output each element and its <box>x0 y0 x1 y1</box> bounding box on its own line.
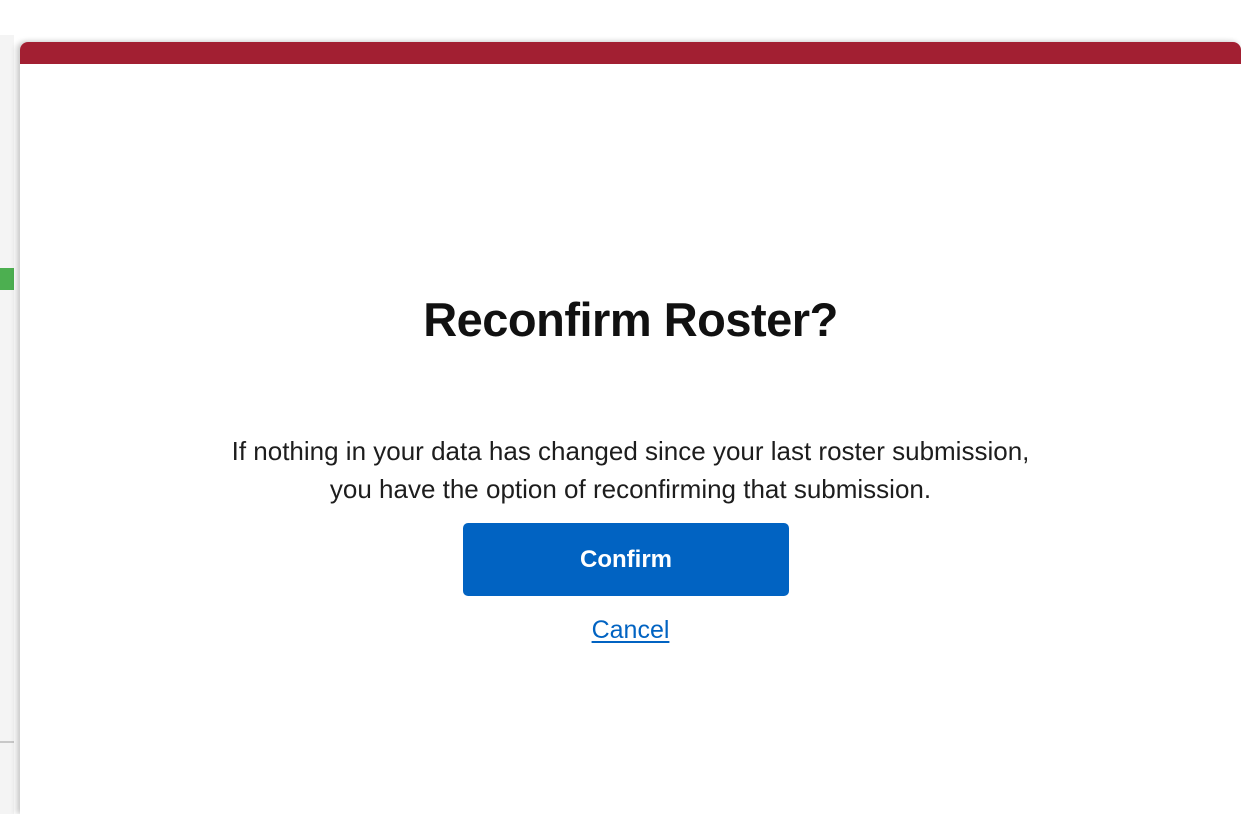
reconfirm-roster-dialog: Reconfirm Roster? If nothing in your dat… <box>20 42 1241 814</box>
dialog-message: If nothing in your data has changed sinc… <box>20 432 1241 508</box>
background-status-indicator <box>0 268 14 290</box>
cancel-link-container: Cancel <box>20 616 1241 645</box>
page: Reconfirm Roster? If nothing in your dat… <box>0 0 1241 814</box>
confirm-button[interactable]: Confirm <box>463 523 789 596</box>
dialog-message-line: If nothing in your data has changed sinc… <box>231 436 1030 466</box>
dialog-message-line: you have the option of reconfirming that… <box>329 474 932 504</box>
dialog-body: Reconfirm Roster? If nothing in your dat… <box>20 42 1241 814</box>
cancel-link[interactable]: Cancel <box>592 616 670 644</box>
dialog-title: Reconfirm Roster? <box>423 293 838 346</box>
background-page <box>0 35 14 814</box>
background-divider <box>0 741 14 743</box>
